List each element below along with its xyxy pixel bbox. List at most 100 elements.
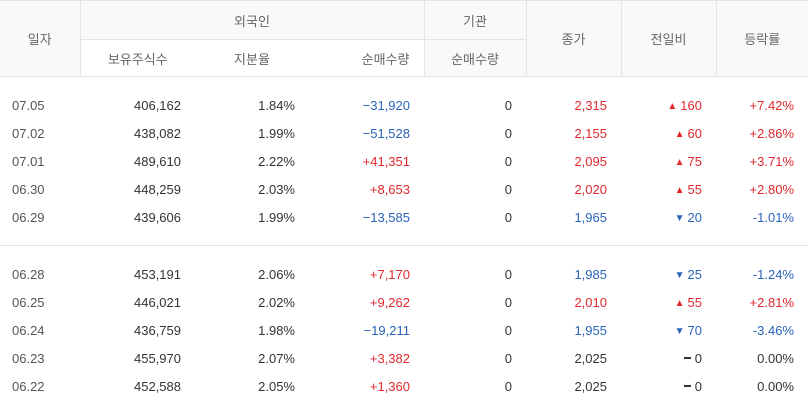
table-header: 일자 외국인 기관 종가 전일비 등락률 보유주식수 지분율 순매수량 순매수량 xyxy=(0,0,808,77)
row-rate: +2.81% xyxy=(749,294,794,310)
row-holdings: 453,191 xyxy=(134,266,181,282)
row-change: ▲ 60 xyxy=(621,119,716,147)
row-holdings: 452,588 xyxy=(134,378,181,394)
table-row: 06.25 446,021 2.02% +9,262 0 2,010 ▲ 55 +… xyxy=(0,288,808,316)
row-change-value: 55 xyxy=(687,294,702,310)
row-share-ratio: 2.03% xyxy=(258,181,295,197)
trading-table: 일자 외국인 기관 종가 전일비 등락률 보유주식수 지분율 순매수량 순매수량… xyxy=(0,0,808,400)
row-date: 06.29 xyxy=(12,209,45,225)
row-institution-net: 0 xyxy=(504,153,512,169)
row-share-ratio: 2.07% xyxy=(258,350,295,366)
table-row: 07.01 489,610 2.22% +41,351 0 2,095 ▲ 75 … xyxy=(0,147,808,175)
row-change: ▼ 70 xyxy=(621,316,716,344)
row-change: 0 xyxy=(621,344,716,372)
header-rate: 등락률 xyxy=(715,0,808,77)
row-change-value: 70 xyxy=(687,322,702,338)
header-close: 종가 xyxy=(525,0,621,77)
header-share-ratio: 지분율 xyxy=(195,39,309,77)
row-close: 2,020 xyxy=(574,181,607,197)
table-row: 06.23 455,970 2.07% +3,382 0 2,025 0 0.0… xyxy=(0,344,808,372)
triangle-down-icon: ▼ xyxy=(674,212,685,224)
header-institution: 기관 xyxy=(423,0,526,40)
row-spacer-cell xyxy=(0,231,808,246)
row-institution-net: 0 xyxy=(504,125,512,141)
row-change-value: 0 xyxy=(694,378,702,394)
row-change: ▲ 55 xyxy=(621,175,716,203)
row-close: 2,315 xyxy=(574,97,607,113)
row-close: 1,965 xyxy=(574,209,607,225)
row-foreign-net: −51,528 xyxy=(362,125,410,141)
row-share-ratio: 2.05% xyxy=(258,378,295,394)
row-change-value: 20 xyxy=(687,209,702,225)
row-foreign-net: +41,351 xyxy=(362,153,410,169)
triangle-up-icon: ▲ xyxy=(667,100,678,112)
row-institution-net: 0 xyxy=(504,181,512,197)
row-change-value: 0 xyxy=(694,350,702,366)
row-rate: -3.46% xyxy=(752,322,794,338)
row-institution-net: 0 xyxy=(504,97,512,113)
row-share-ratio: 2.02% xyxy=(258,294,295,310)
row-date: 06.24 xyxy=(12,322,45,338)
row-date: 06.30 xyxy=(12,181,45,197)
row-rate: -1.24% xyxy=(752,266,794,282)
row-close: 2,095 xyxy=(574,153,607,169)
row-institution-net: 0 xyxy=(504,322,512,338)
row-foreign-net: +1,360 xyxy=(369,378,410,394)
row-change-value: 55 xyxy=(687,181,702,197)
row-holdings: 489,610 xyxy=(134,153,181,169)
row-date: 06.22 xyxy=(12,378,45,394)
row-rate: 0.00% xyxy=(757,378,794,394)
row-rate: -1.01% xyxy=(752,209,794,225)
row-close: 1,955 xyxy=(574,322,607,338)
row-holdings: 436,759 xyxy=(134,322,181,338)
row-change: ▼ 20 xyxy=(621,203,716,231)
header-date: 일자 xyxy=(0,0,80,77)
row-foreign-net: −19,211 xyxy=(363,322,410,338)
triangle-up-icon: ▲ xyxy=(674,156,685,168)
row-institution-net: 0 xyxy=(504,294,512,310)
row-rate: +3.71% xyxy=(749,153,794,169)
triangle-up-icon: ▲ xyxy=(674,297,685,309)
triangle-up-icon: ▲ xyxy=(674,184,685,196)
row-change-value: 160 xyxy=(680,97,702,113)
row-date: 06.23 xyxy=(12,350,45,366)
row-foreign-net: −31,920 xyxy=(362,97,410,113)
dash-icon xyxy=(683,384,691,387)
row-change-value: 75 xyxy=(687,153,702,169)
row-institution-net: 0 xyxy=(504,378,512,394)
row-spacer xyxy=(0,246,808,260)
table-row: 07.02 438,082 1.99% −51,528 0 2,155 ▲ 60 … xyxy=(0,119,808,147)
row-share-ratio: 1.98% xyxy=(258,322,295,338)
table-row: 06.29 439,606 1.99% −13,585 0 1,965 ▼ 20 … xyxy=(0,203,808,231)
row-spacer-cell xyxy=(0,77,808,92)
row-close: 2,025 xyxy=(574,378,607,394)
row-institution-net: 0 xyxy=(504,266,512,282)
row-institution-net: 0 xyxy=(504,209,512,225)
row-institution-net: 0 xyxy=(504,350,512,366)
row-date: 07.02 xyxy=(12,125,45,141)
row-holdings: 446,021 xyxy=(134,294,181,310)
table-row: 06.30 448,259 2.03% +8,653 0 2,020 ▲ 55 +… xyxy=(0,175,808,203)
dash-icon xyxy=(683,356,691,359)
row-foreign-net: −13,585 xyxy=(362,209,410,225)
row-rate: +7.42% xyxy=(749,97,794,113)
row-share-ratio: 2.06% xyxy=(258,266,295,282)
row-foreign-net: +8,653 xyxy=(369,181,410,197)
row-share-ratio: 2.22% xyxy=(258,153,295,169)
triangle-up-icon: ▲ xyxy=(674,128,685,140)
row-date: 06.28 xyxy=(12,266,45,282)
row-rate: +2.80% xyxy=(749,181,794,197)
row-holdings: 439,606 xyxy=(134,209,181,225)
row-change-value: 60 xyxy=(687,125,702,141)
foreign-institution-trading-table: 일자 외국인 기관 종가 전일비 등락률 보유주식수 지분율 순매수량 순매수량… xyxy=(0,0,808,417)
row-change: ▲ 75 xyxy=(621,147,716,175)
triangle-down-icon: ▼ xyxy=(674,269,685,281)
row-foreign-net: +3,382 xyxy=(369,350,410,366)
row-rate: 0.00% xyxy=(757,350,794,366)
row-holdings: 448,259 xyxy=(134,181,181,197)
row-close: 2,155 xyxy=(574,125,607,141)
row-holdings: 406,162 xyxy=(134,97,181,113)
table-row: 07.05 406,162 1.84% −31,920 0 2,315 ▲ 160… xyxy=(0,91,808,119)
row-change: 0 xyxy=(621,372,716,400)
row-holdings: 438,082 xyxy=(134,125,181,141)
